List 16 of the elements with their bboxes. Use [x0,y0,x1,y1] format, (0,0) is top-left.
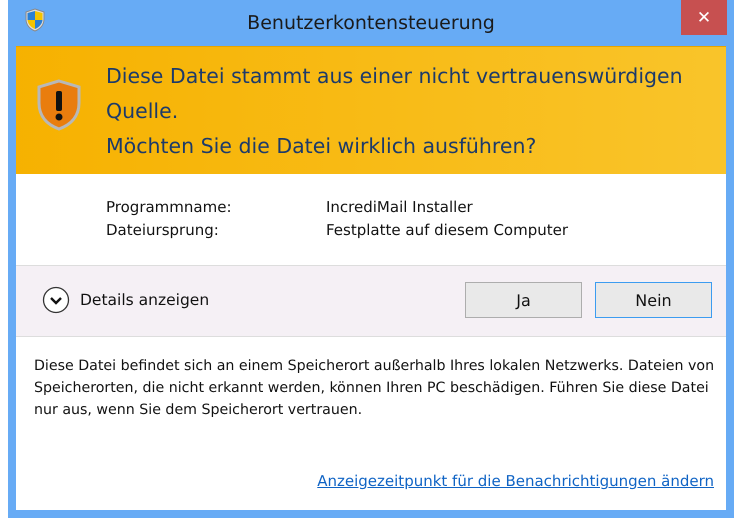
yes-button[interactable]: Ja [465,282,582,318]
info-label: Programmname: [106,198,232,216]
details-toggle[interactable]: Details anzeigen [42,286,210,314]
close-button[interactable]: ✕ [681,0,727,35]
warning-text: Diese Datei stammt aus einer nicht vertrauenswürdigen Quelle. [106,63,684,125]
warning-text: Möchten Sie die Datei wirklich ausführen? [106,133,538,160]
info-label: Dateiursprung: [106,221,220,239]
info-value: Festplatte auf diesem Computer [326,221,570,239]
warning-shield-icon [36,79,82,131]
shield-icon [24,8,46,32]
info-value: IncrediMail Installer [326,198,474,216]
notification-settings-link[interactable]: Anzeigezeitpunkt für die Benachrichtigungen ändern [317,470,714,492]
chevron-icon [42,286,70,314]
no-button[interactable]: Nein [595,282,712,318]
description-text: Diese Datei befindet sich an einem Speicherort außerhalb Ihres lokalen Netzwerks. Dateien von Speicherorten, die nicht erkannt werden, können Ihren PC beschädigen. Führen Sie diese Datei nur aus, wenn Sie dem Speicherort vertrauen. [34,357,716,420]
window-title: Benutzerkontensteuerung [247,12,495,34]
